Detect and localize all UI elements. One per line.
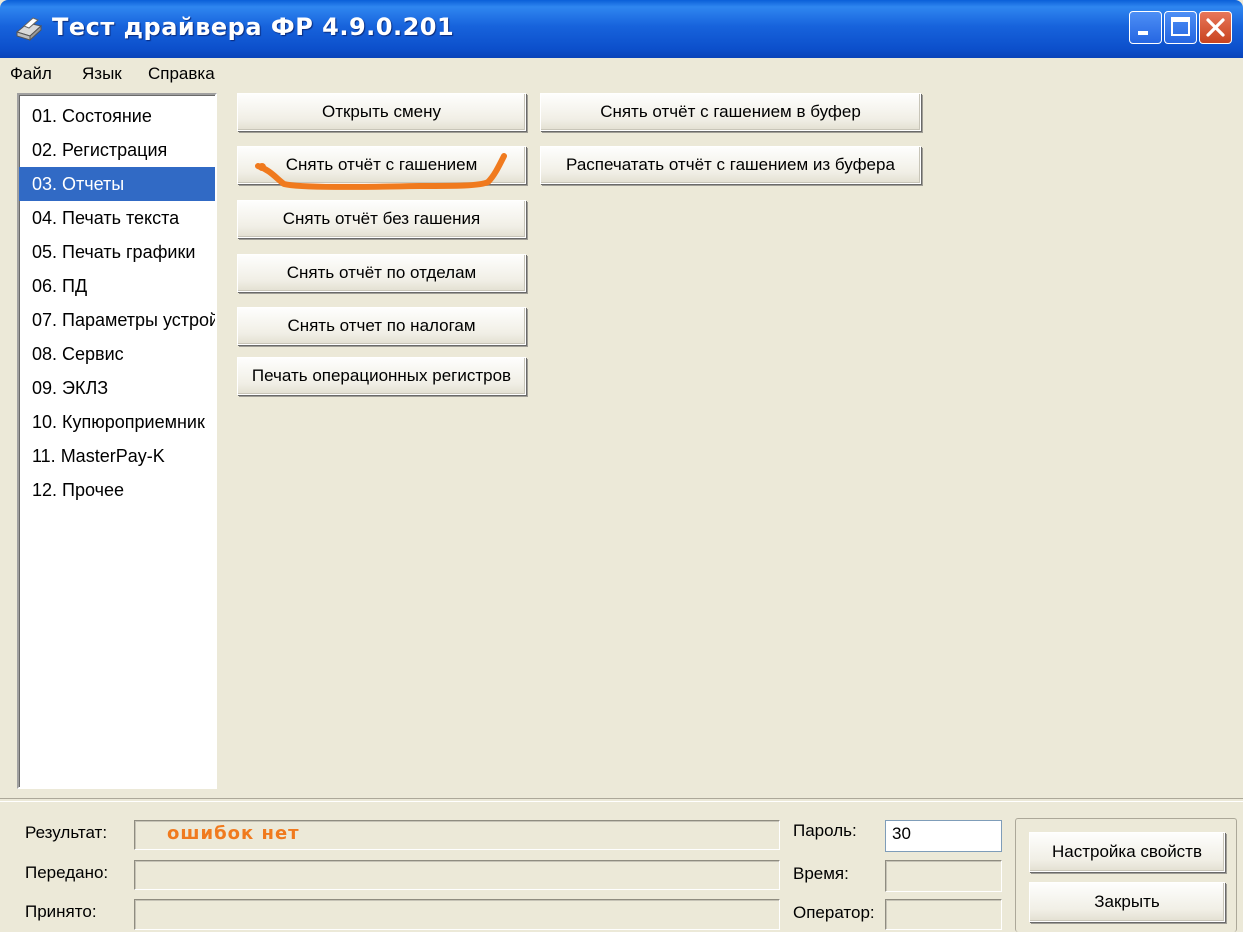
result-value: ошибок нет	[167, 823, 300, 844]
nav-item-reports[interactable]: 03. Отчеты	[19, 167, 215, 201]
nav-item-registration[interactable]: 02. Регистрация	[19, 133, 215, 167]
minimize-button[interactable]	[1129, 11, 1162, 44]
nav-item-device-params[interactable]: 07. Параметры устрой	[19, 303, 215, 337]
result-label: Результат:	[25, 823, 108, 842]
nav-item-masterpay[interactable]: 11. MasterPay-K	[19, 439, 215, 473]
maximize-icon	[1171, 17, 1190, 36]
section-list[interactable]: 01. Состояние 02. Регистрация 03. Отчеты…	[17, 93, 217, 789]
title-bar: Тест драйвера ФР 4.9.0.201	[0, 0, 1243, 58]
nav-item-print-graphics[interactable]: 05. Печать графики	[19, 235, 215, 269]
print-operational-registers-button[interactable]: Печать операционных регистров	[237, 357, 526, 395]
operator-field	[885, 899, 1002, 930]
nav-item-print-text[interactable]: 04. Печать текста	[19, 201, 215, 235]
close-button[interactable]: Закрыть	[1029, 882, 1225, 922]
received-label: Принято:	[25, 902, 97, 921]
nav-item-bill-acceptor[interactable]: 10. Купюроприемник	[19, 405, 215, 439]
time-label: Время:	[793, 864, 849, 883]
minimize-icon	[1138, 31, 1148, 35]
close-window-button[interactable]	[1199, 11, 1232, 44]
menu-bar: Файл Язык Справка	[0, 58, 1243, 89]
status-divider	[0, 798, 1243, 802]
received-field	[134, 899, 780, 930]
settings-button[interactable]: Настройка свойств	[1029, 832, 1225, 872]
tax-report-button[interactable]: Снять отчет по налогам	[237, 307, 526, 345]
nav-item-pd[interactable]: 06. ПД	[19, 269, 215, 303]
nav-item-other[interactable]: 12. Прочее	[19, 473, 215, 507]
password-label: Пароль:	[793, 821, 857, 840]
z-report-button[interactable]: Снять отчёт с гашением	[237, 146, 526, 184]
sent-label: Передано:	[25, 863, 109, 882]
menu-help[interactable]: Справка	[148, 64, 215, 84]
window-title: Тест драйвера ФР 4.9.0.201	[52, 13, 455, 41]
z-report-to-buffer-button[interactable]: Снять отчёт с гашением в буфер	[540, 93, 921, 131]
nav-item-eklz[interactable]: 09. ЭКЛЗ	[19, 371, 215, 405]
x-report-button[interactable]: Снять отчёт без гашения	[237, 200, 526, 238]
nav-item-state[interactable]: 01. Состояние	[19, 99, 215, 133]
app-printer-icon	[15, 17, 43, 42]
open-shift-button[interactable]: Открыть смену	[237, 93, 526, 131]
print-z-report-from-buffer-button[interactable]: Распечатать отчёт с гашением из буфера	[540, 146, 921, 184]
result-field: ошибок нет	[134, 820, 780, 850]
close-icon	[1206, 18, 1225, 37]
department-report-button[interactable]: Снять отчёт по отделам	[237, 254, 526, 292]
menu-language[interactable]: Язык	[82, 64, 122, 84]
password-input[interactable]: 30	[885, 820, 1002, 852]
operator-label: Оператор:	[793, 903, 875, 922]
sent-field	[134, 860, 780, 890]
nav-item-service[interactable]: 08. Сервис	[19, 337, 215, 371]
menu-file[interactable]: Файл	[10, 64, 52, 84]
maximize-button[interactable]	[1164, 11, 1197, 44]
time-field	[885, 860, 1002, 892]
